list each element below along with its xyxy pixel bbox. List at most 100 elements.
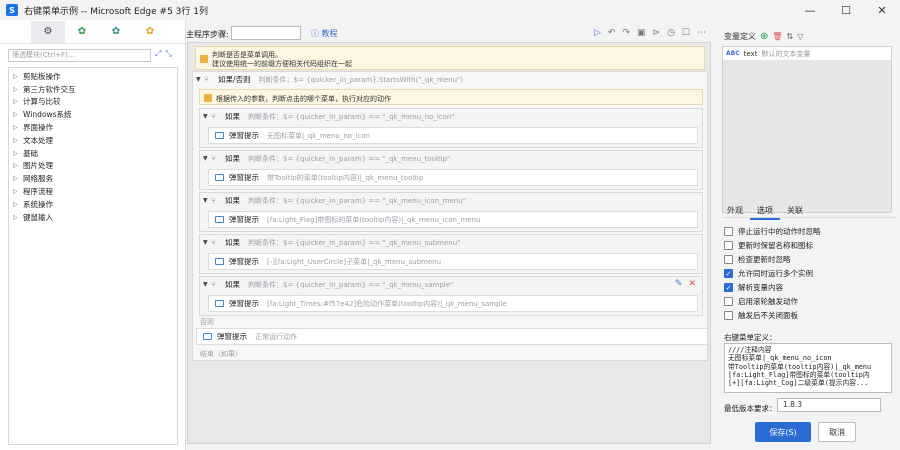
popup-action[interactable]: 弹窗提示 [fa:Light_Flag]带图标的菜单(tooltip内容)|_q… (208, 211, 698, 228)
else-label: 否则 (200, 318, 214, 326)
tree-item[interactable]: ▷ 计算与比较 (9, 96, 177, 109)
if-branch-block[interactable]: ▼ ⑂ 如果 判断条件：$= {quicker_in_param} == "_q… (199, 192, 703, 232)
add-icon[interactable]: ⊕ (760, 31, 768, 42)
tree-item[interactable]: ▷ 程序流程 (9, 185, 177, 198)
min-version-input[interactable]: 1.8.3 (777, 398, 881, 412)
if-branch-block[interactable]: ▼ ⑂ 如果 判断条件：$= {quicker_in_param} == "_q… (199, 234, 703, 274)
expand-arrow-icon: ▷ (13, 111, 18, 119)
if-else-block[interactable]: ▼ ⑂ 如果/否则 判断条件：$= {quicker_in_param}.Sta… (192, 71, 708, 361)
variable-row[interactable]: ABC text 默认的文本变量 (723, 47, 891, 60)
expand-icon[interactable]: ⤢ (155, 49, 161, 59)
tree-item[interactable]: ▷ 界面操作 (9, 121, 177, 134)
collapse-arrow-icon[interactable]: ▼ (203, 113, 211, 120)
branch-icon: ⑂ (211, 238, 216, 247)
option-checkbox-row[interactable]: ✓ 允许同时运行多个实例 (724, 268, 813, 279)
checkbox[interactable] (724, 255, 733, 264)
cancel-button[interactable]: 取消 (818, 422, 856, 442)
tree-item-label: Windows系统 (23, 110, 72, 120)
history-icon[interactable]: ◷ (667, 28, 675, 38)
checkbox[interactable]: ✓ (724, 269, 733, 278)
modules-tab-icon[interactable]: ⚙ (31, 20, 65, 43)
more-icon[interactable]: ⋯ (697, 28, 706, 38)
if-branch-block[interactable]: ▼ ⑂ 如果 判断条件：$= {quicker_in_param} == "_q… (199, 150, 703, 190)
expand-arrow-icon: ▷ (13, 149, 18, 157)
option-checkbox-row[interactable]: 停止运行中的动作时忽略 (724, 226, 821, 237)
delete-icon[interactable]: 🗑 (772, 32, 782, 41)
dialog-icon (215, 174, 224, 181)
note-menu-call[interactable]: 判断是否是菜单调用。 建议使用统一的前缀方便相关代码组织在一起 (195, 46, 705, 70)
collapse-arrow-icon[interactable]: ▼ (203, 239, 211, 246)
undo-icon[interactable]: ↶ (608, 28, 616, 38)
popup-action[interactable]: 弹窗提示 无图标菜单|_qk_menu_no_icon (208, 127, 698, 144)
note-branch[interactable]: 根据传入的参数，判断点击的哪个菜单，执行对应的动作 (199, 89, 703, 105)
redo-icon[interactable]: ↷ (622, 28, 630, 38)
action-name: 弹窗提示 (229, 215, 259, 224)
option-label: 允许同时运行多个实例 (738, 269, 813, 278)
tree-item-label: 计算与比较 (23, 97, 61, 107)
if-branch-block[interactable]: ▼ ⑂ 如果 判断条件：$= {quicker_in_param} == "_q… (199, 108, 703, 148)
popup-action[interactable]: 弹窗提示 [-][fa:Light_UserCircle]子菜单|_qk_men… (208, 253, 698, 270)
if-keyword: 如果/否则 (218, 75, 251, 84)
tree-item[interactable]: ▷ 系统操作 (9, 198, 177, 211)
option-checkbox-row[interactable]: 触发后不关闭面板 (724, 310, 798, 321)
collapse-arrow-icon[interactable]: ▼ (203, 281, 211, 288)
if-condition: 判断条件：$= {quicker_in_param} == "_qk_menu_… (248, 280, 454, 289)
action-desc: 无图标菜单|_qk_menu_no_icon (267, 131, 371, 140)
popup-action[interactable]: 弹窗提示 带Tooltip的菜单(tooltip内容)|_qk_menu_too… (208, 169, 698, 186)
collapse-arrow-icon[interactable]: ▼ (203, 197, 211, 204)
green-tab-icon[interactable]: ✿ (65, 21, 99, 43)
option-checkbox-row[interactable]: 更新时保留名称和图标 (724, 240, 813, 251)
maximize-button[interactable]: ☐ (828, 0, 864, 20)
checkbox[interactable] (724, 311, 733, 320)
checkbox[interactable] (724, 297, 733, 306)
orange-tab-icon[interactable]: ✿ (133, 21, 167, 43)
minimize-button[interactable]: — (792, 0, 828, 20)
tree-item[interactable]: ▷ 基础 (9, 147, 177, 160)
delete-icon[interactable]: ✕ (688, 279, 696, 289)
expand-arrow-icon: ▷ (13, 162, 18, 170)
menu-def-textarea[interactable]: ////注释内容 无图标菜单|_qk_menu_no_icon 带Tooltip… (724, 343, 892, 393)
if-branch-block[interactable]: ▼ ⑂ 如果 判断条件：$= {quicker_in_param} == "_q… (199, 276, 703, 316)
option-checkbox-row[interactable]: ✓ 解析变量内容 (724, 282, 783, 293)
teal-tab-icon[interactable]: ✿ (99, 21, 133, 43)
close-button[interactable]: ✕ (864, 0, 900, 20)
comment-icon[interactable]: ☐ (682, 28, 690, 38)
else-action[interactable]: 弹窗提示 正常运行动作 (196, 328, 708, 345)
option-checkbox-row[interactable]: 检查更新时忽略 (724, 254, 791, 265)
checkbox[interactable]: ✓ (724, 283, 733, 292)
help-link[interactable]: ⓘ 教程 (311, 28, 338, 39)
module-search-input[interactable]: 筛选模块(Ctrl+F)... (8, 49, 151, 62)
tree-item[interactable]: ▷ 文本处理 (9, 134, 177, 147)
expand-arrow-icon: ▷ (13, 124, 18, 132)
variable-list: ABC text 默认的文本变量 (722, 46, 892, 213)
checkbox[interactable] (724, 227, 733, 236)
sort-icon[interactable]: ⇅ (787, 32, 794, 41)
tree-item[interactable]: ▷ Windows系统 (9, 108, 177, 121)
tree-item[interactable]: ▷ 图片处理 (9, 160, 177, 173)
collapse-arrow-icon[interactable]: ▼ (196, 76, 204, 83)
edit-icon[interactable]: ✎ (675, 279, 683, 289)
tree-item-label: 键鼠输入 (23, 212, 53, 222)
run-icon[interactable]: ▷ (594, 28, 601, 38)
tree-item[interactable]: ▷ 网络服务 (9, 172, 177, 185)
debug-icon[interactable]: ⊳ (653, 28, 661, 38)
collapse-arrow-icon[interactable]: ▼ (203, 155, 211, 162)
filter-icon[interactable]: ▽ (797, 32, 803, 41)
tree-item[interactable]: ▷ 第三方软件交互 (9, 83, 177, 96)
popup-action[interactable]: 弹窗提示 [fa:Light_Times:#f57e42]危险动作菜单(tool… (208, 295, 698, 312)
save-icon[interactable]: ▣ (637, 28, 646, 38)
tree-item[interactable]: ▷ 键鼠输入 (9, 211, 177, 224)
action-desc: [fa:Light_Times:#f57e42]危险动作菜单(tooltip内容… (267, 299, 507, 308)
dialog-icon (215, 300, 224, 307)
collapse-icon[interactable]: ⤡ (165, 49, 171, 59)
option-label: 启用滚轮触发动作 (738, 297, 798, 306)
var-type: ABC (726, 50, 740, 57)
action-name: 弹窗提示 (217, 332, 247, 341)
step-select[interactable] (231, 26, 301, 40)
tree-item[interactable]: ▷ 剪贴板操作 (9, 70, 177, 83)
save-button[interactable]: 保存(S) (755, 422, 811, 442)
checkbox[interactable] (724, 241, 733, 250)
tree-item-label: 第三方软件交互 (23, 84, 76, 94)
if-condition: 判断条件：$= {quicker_in_param} == "_qk_menu_… (248, 112, 455, 121)
option-checkbox-row[interactable]: 启用滚轮触发动作 (724, 296, 798, 307)
